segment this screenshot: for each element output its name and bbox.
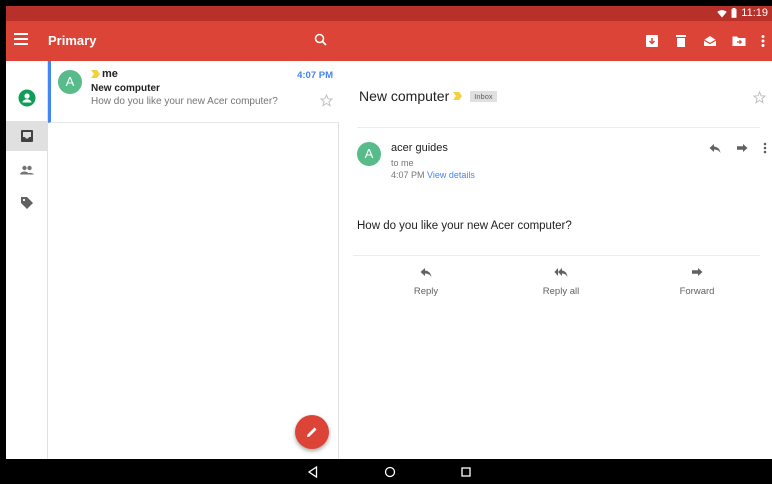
device-screen: 11:19 Primary A me 4:07 PM New computer … bbox=[6, 6, 772, 484]
conversation-subject: New computer bbox=[359, 88, 450, 104]
forward-icon[interactable] bbox=[735, 141, 749, 155]
label-icon bbox=[21, 197, 33, 209]
divider bbox=[357, 127, 760, 128]
reply-label: Reply bbox=[413, 286, 439, 297]
message-body: How do you like your new Acer computer? bbox=[357, 220, 572, 232]
menu-button[interactable] bbox=[14, 33, 28, 47]
message-sender: acer guides bbox=[391, 142, 448, 154]
app-bar-title: Primary bbox=[48, 33, 97, 48]
thread-list: A me 4:07 PM New computer How do you lik… bbox=[48, 61, 339, 459]
compose-button[interactable] bbox=[295, 415, 329, 449]
more-vert-icon[interactable] bbox=[755, 33, 771, 49]
important-marker-icon bbox=[91, 70, 100, 78]
status-time: 11:19 bbox=[741, 7, 768, 19]
message-time-row: 4:07 PM View details bbox=[391, 170, 475, 180]
more-vert-icon[interactable] bbox=[758, 141, 772, 155]
thread-time: 4:07 PM bbox=[297, 70, 333, 81]
app-bar: Primary bbox=[6, 21, 772, 61]
reading-pane: New computer Inbox A acer guides to me 4… bbox=[339, 61, 772, 459]
forward-icon bbox=[692, 268, 703, 276]
reply-icon bbox=[420, 268, 432, 277]
message-time: 4:07 PM bbox=[391, 170, 425, 180]
star-icon[interactable] bbox=[320, 94, 333, 107]
label-chip[interactable]: Inbox bbox=[470, 90, 497, 102]
divider bbox=[353, 255, 760, 256]
reply-all-label: Reply all bbox=[542, 286, 580, 297]
people-icon bbox=[20, 165, 34, 175]
mark-read-icon[interactable] bbox=[702, 33, 718, 49]
back-icon[interactable] bbox=[306, 465, 320, 479]
system-nav-bar bbox=[6, 459, 772, 484]
delete-icon[interactable] bbox=[673, 33, 689, 49]
thread-sender: me bbox=[91, 68, 118, 80]
move-to-folder-icon[interactable] bbox=[731, 33, 747, 49]
rail-item-inbox[interactable] bbox=[6, 121, 48, 151]
star-icon[interactable] bbox=[753, 91, 766, 104]
thread-sender-name: me bbox=[102, 68, 118, 80]
important-marker-icon bbox=[453, 92, 463, 100]
home-icon[interactable] bbox=[383, 465, 397, 479]
status-bar: 11:19 bbox=[6, 6, 772, 21]
avatar[interactable]: A bbox=[357, 142, 381, 166]
search-icon[interactable] bbox=[313, 32, 329, 48]
conversation-subject-row: New computer Inbox bbox=[359, 88, 497, 104]
rail-item-promotions[interactable] bbox=[6, 188, 48, 218]
navigation-rail bbox=[6, 61, 48, 459]
avatar: A bbox=[58, 70, 82, 94]
reply-all-button[interactable]: Reply all bbox=[521, 265, 601, 299]
wifi-icon bbox=[717, 9, 727, 17]
list-item[interactable]: A me 4:07 PM New computer How do you lik… bbox=[48, 61, 339, 123]
rail-item-account[interactable] bbox=[6, 83, 48, 113]
message-recipient: to me bbox=[391, 158, 414, 168]
view-details-link[interactable]: View details bbox=[427, 170, 475, 180]
forward-button[interactable]: Forward bbox=[657, 265, 737, 299]
thread-subject: New computer bbox=[91, 83, 160, 94]
rail-item-social[interactable] bbox=[6, 155, 48, 185]
recents-icon[interactable] bbox=[459, 465, 473, 479]
inbox-icon bbox=[21, 130, 33, 142]
archive-icon[interactable] bbox=[644, 33, 660, 49]
battery-icon bbox=[731, 8, 737, 18]
reply-icon[interactable] bbox=[708, 141, 722, 155]
account-circle-icon bbox=[18, 89, 36, 107]
reply-button[interactable]: Reply bbox=[386, 265, 466, 299]
reply-all-icon bbox=[554, 268, 568, 277]
thread-snippet: How do you like your new Acer computer? bbox=[91, 96, 278, 107]
forward-label: Forward bbox=[679, 286, 715, 297]
pencil-icon bbox=[307, 427, 317, 437]
